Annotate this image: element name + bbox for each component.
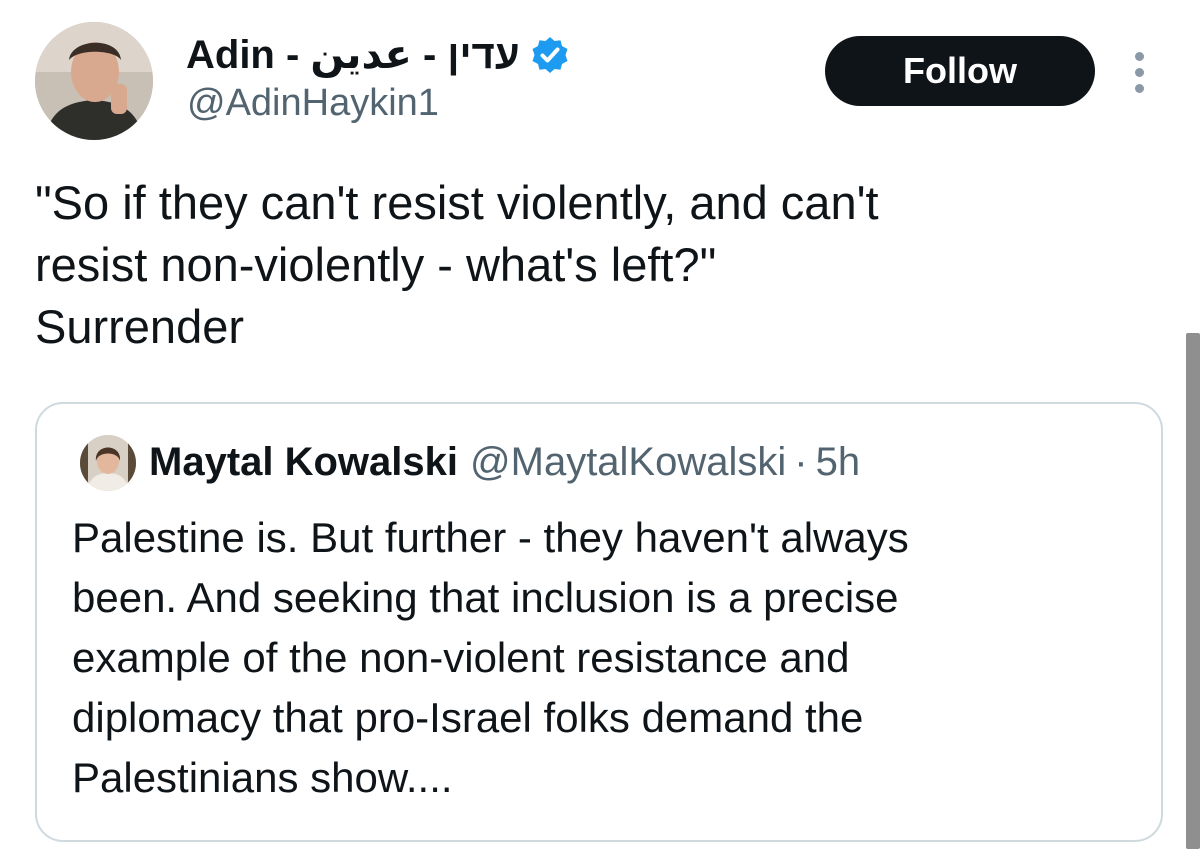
follow-button[interactable]: Follow bbox=[825, 36, 1095, 106]
quoted-text-line: Palestinians show.... bbox=[72, 754, 453, 801]
scrollbar[interactable] bbox=[1186, 333, 1200, 849]
author-display-name[interactable]: Adin - עדין - عدين bbox=[186, 32, 520, 78]
more-options-icon[interactable] bbox=[1120, 48, 1160, 96]
quoted-author-name[interactable]: Maytal Kowalski bbox=[149, 440, 458, 485]
quoted-text-line: example of the non-violent resistance an… bbox=[72, 634, 850, 681]
quoted-tweet-header: Maytal Kowalski @MaytalKowalski · 5h bbox=[149, 440, 860, 485]
author-avatar[interactable] bbox=[35, 22, 153, 140]
tweet: Adin - עדין - عدين @AdinHaykin1 Follow "… bbox=[0, 0, 1200, 849]
quoted-text-line: been. And seeking that inclusion is a pr… bbox=[72, 574, 899, 621]
quoted-tweet-text: Palestine is. But further - they haven't… bbox=[72, 508, 1132, 808]
verified-badge-icon bbox=[530, 35, 570, 75]
quoted-tweet-time[interactable]: 5h bbox=[816, 440, 861, 485]
quoted-text-line: Palestine is. But further - they haven't… bbox=[72, 514, 909, 561]
author-name-row[interactable]: Adin - עדין - عدين bbox=[186, 30, 570, 80]
tweet-text: "So if they can't resist violently, and … bbox=[35, 172, 1155, 358]
quoted-tweet-card[interactable]: Maytal Kowalski @MaytalKowalski · 5h Pal… bbox=[35, 402, 1163, 842]
separator-dot: · bbox=[794, 440, 808, 484]
tweet-text-line: Surrender bbox=[35, 300, 244, 353]
quoted-author-avatar[interactable] bbox=[80, 435, 136, 491]
quoted-author-handle[interactable]: @MaytalKowalski bbox=[470, 440, 786, 485]
tweet-text-line: resist non-violently - what's left?" bbox=[35, 238, 717, 291]
quoted-text-line: diplomacy that pro-Israel folks demand t… bbox=[72, 694, 864, 741]
tweet-text-line: "So if they can't resist violently, and … bbox=[35, 176, 879, 229]
author-handle[interactable]: @AdinHaykin1 bbox=[187, 82, 439, 125]
